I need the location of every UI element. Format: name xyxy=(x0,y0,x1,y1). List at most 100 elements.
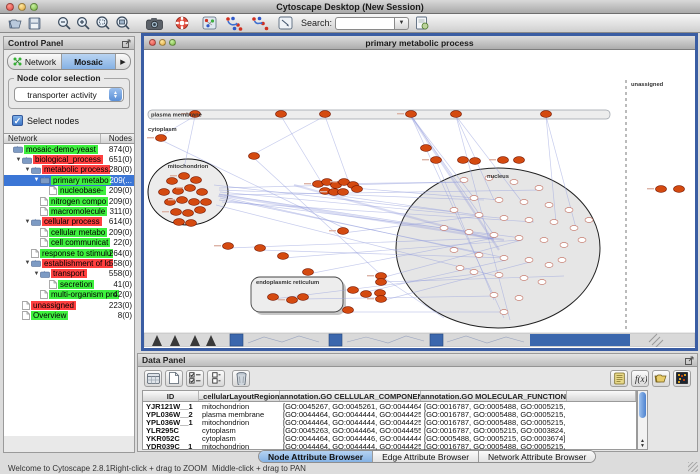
tree-row[interactable]: cell communicat22(0) xyxy=(4,238,134,248)
filter-icon[interactable] xyxy=(415,15,429,32)
gene-node[interactable] xyxy=(440,226,448,231)
gene-node[interactable] xyxy=(490,293,498,298)
zoom-out-icon[interactable] xyxy=(57,15,72,32)
network-minimize-button[interactable] xyxy=(159,39,166,46)
tab-overflow-button[interactable]: ▶ xyxy=(116,54,130,69)
close-button[interactable] xyxy=(6,3,14,11)
selected-gene-node[interactable] xyxy=(458,157,469,164)
node-color-dropdown[interactable]: transporter activity ▲▼ xyxy=(14,87,124,102)
matrix-icon[interactable] xyxy=(673,370,691,387)
selected-gene-node[interactable] xyxy=(514,157,525,164)
gene-node[interactable] xyxy=(456,266,464,271)
tree-row[interactable]: multi-organism pro42(0) xyxy=(4,289,134,299)
gene-node[interactable] xyxy=(495,198,503,203)
network-manager-icon[interactable] xyxy=(202,15,217,32)
tree-row[interactable]: ▼metabolic process280(0) xyxy=(4,165,134,175)
selected-gene-node[interactable] xyxy=(338,228,349,235)
select-nodes-checkbox[interactable]: ✓ xyxy=(12,115,23,126)
selected-gene-node[interactable] xyxy=(276,111,287,118)
gene-node[interactable] xyxy=(545,203,553,208)
gene-node[interactable] xyxy=(565,208,573,213)
network-window-titlebar[interactable]: primary metabolic process xyxy=(144,36,695,50)
gene-node[interactable] xyxy=(558,258,566,263)
selected-gene-node[interactable] xyxy=(451,111,462,118)
selected-gene-node[interactable] xyxy=(674,186,685,193)
selected-gene-node[interactable] xyxy=(173,188,184,195)
selected-gene-node[interactable] xyxy=(268,294,279,301)
tree-row[interactable]: ▼establishment of lo558(0) xyxy=(4,258,134,268)
network-zoom-button[interactable] xyxy=(169,39,176,46)
selected-gene-node[interactable] xyxy=(406,111,417,118)
tree-row[interactable]: ▼biological_process651(0) xyxy=(4,154,134,164)
gene-node[interactable] xyxy=(450,248,458,253)
gene-node[interactable] xyxy=(540,238,548,243)
selected-gene-node[interactable] xyxy=(348,287,359,294)
zoom-in-icon[interactable] xyxy=(76,15,91,32)
tree-row[interactable]: ▼primary metabo209(... xyxy=(4,175,134,185)
selected-gene-node[interactable] xyxy=(255,245,266,252)
column-header[interactable]: annotation.GO CELLULAR_COMPONENT xyxy=(280,391,421,401)
select-attributes-icon[interactable] xyxy=(186,370,204,387)
tree-row[interactable]: ▼cellular process614(0) xyxy=(4,217,134,227)
selected-gene-node[interactable] xyxy=(249,153,260,160)
selected-gene-node[interactable] xyxy=(303,269,314,276)
selected-gene-node[interactable] xyxy=(185,185,196,192)
selected-gene-node[interactable] xyxy=(343,307,354,314)
attribute-table[interactable]: ID_cellularLayoutRegionannotation.GO CEL… xyxy=(142,390,637,450)
minimized-window-button[interactable] xyxy=(329,334,342,346)
gene-node[interactable] xyxy=(500,310,508,315)
table-scrollbar[interactable]: ▲▼ xyxy=(637,390,648,450)
tree-header-nodes[interactable]: Nodes xyxy=(100,134,134,143)
gene-node[interactable] xyxy=(560,243,568,248)
zoom-selected-icon[interactable] xyxy=(95,15,111,32)
gene-node[interactable] xyxy=(450,208,458,213)
gene-node[interactable] xyxy=(550,220,558,225)
selected-gene-node[interactable] xyxy=(470,158,481,165)
gene-node[interactable] xyxy=(520,276,528,281)
tab-edge-attribute-browser[interactable]: Edge Attribute Browser xyxy=(373,451,479,462)
gene-node[interactable] xyxy=(525,258,533,263)
snapshot-icon[interactable] xyxy=(146,15,163,32)
tree-header-network[interactable]: Network xyxy=(4,134,100,143)
expand-arrow-icon[interactable]: ▼ xyxy=(24,219,31,225)
open-attributes-icon[interactable] xyxy=(652,370,670,387)
selected-gene-node[interactable] xyxy=(361,291,372,298)
search-dropdown-button[interactable]: ▼ xyxy=(395,17,409,30)
tree-row[interactable]: Overview8(0) xyxy=(4,310,134,320)
gene-node[interactable] xyxy=(545,263,553,268)
gene-node[interactable] xyxy=(475,253,483,258)
selected-gene-node[interactable] xyxy=(656,186,667,193)
gene-node[interactable] xyxy=(538,280,546,285)
selected-gene-node[interactable] xyxy=(186,220,197,227)
selected-gene-node[interactable] xyxy=(338,189,349,196)
tab-network[interactable]: Network xyxy=(8,54,62,69)
gene-node[interactable] xyxy=(470,196,478,201)
selected-gene-node[interactable] xyxy=(376,296,387,303)
selected-gene-node[interactable] xyxy=(189,199,200,206)
expand-arrow-icon[interactable]: ▼ xyxy=(33,177,40,183)
minimized-window-button[interactable] xyxy=(430,334,443,346)
float-panel-icon[interactable] xyxy=(122,39,131,48)
gene-node[interactable] xyxy=(465,230,473,235)
gene-node[interactable] xyxy=(585,218,593,223)
tree-row[interactable]: nucleobase-209(0) xyxy=(4,186,134,196)
expand-arrow-icon[interactable]: ▼ xyxy=(15,157,22,163)
apply-layout-icon[interactable] xyxy=(225,15,243,32)
float-data-panel-icon[interactable] xyxy=(685,356,694,365)
gene-node[interactable] xyxy=(520,200,528,205)
selected-gene-node[interactable] xyxy=(541,111,552,118)
selected-gene-node[interactable] xyxy=(376,279,387,286)
selected-gene-node[interactable] xyxy=(298,294,309,301)
minimize-button[interactable] xyxy=(18,3,26,11)
import-attributes-icon[interactable] xyxy=(610,370,628,387)
gene-node[interactable] xyxy=(515,236,523,241)
tree-row[interactable]: cellular metabo209(0) xyxy=(4,227,134,237)
selected-gene-node[interactable] xyxy=(201,199,212,206)
help-icon[interactable] xyxy=(175,15,189,32)
selected-gene-node[interactable] xyxy=(159,189,170,196)
selected-gene-node[interactable] xyxy=(223,243,234,250)
gene-node[interactable] xyxy=(470,270,478,275)
network-canvas[interactable]: plasma membranecytoplasmmitochondrionnuc… xyxy=(144,50,695,347)
gene-node[interactable] xyxy=(535,186,543,191)
zoom-fit-icon[interactable] xyxy=(115,15,131,32)
